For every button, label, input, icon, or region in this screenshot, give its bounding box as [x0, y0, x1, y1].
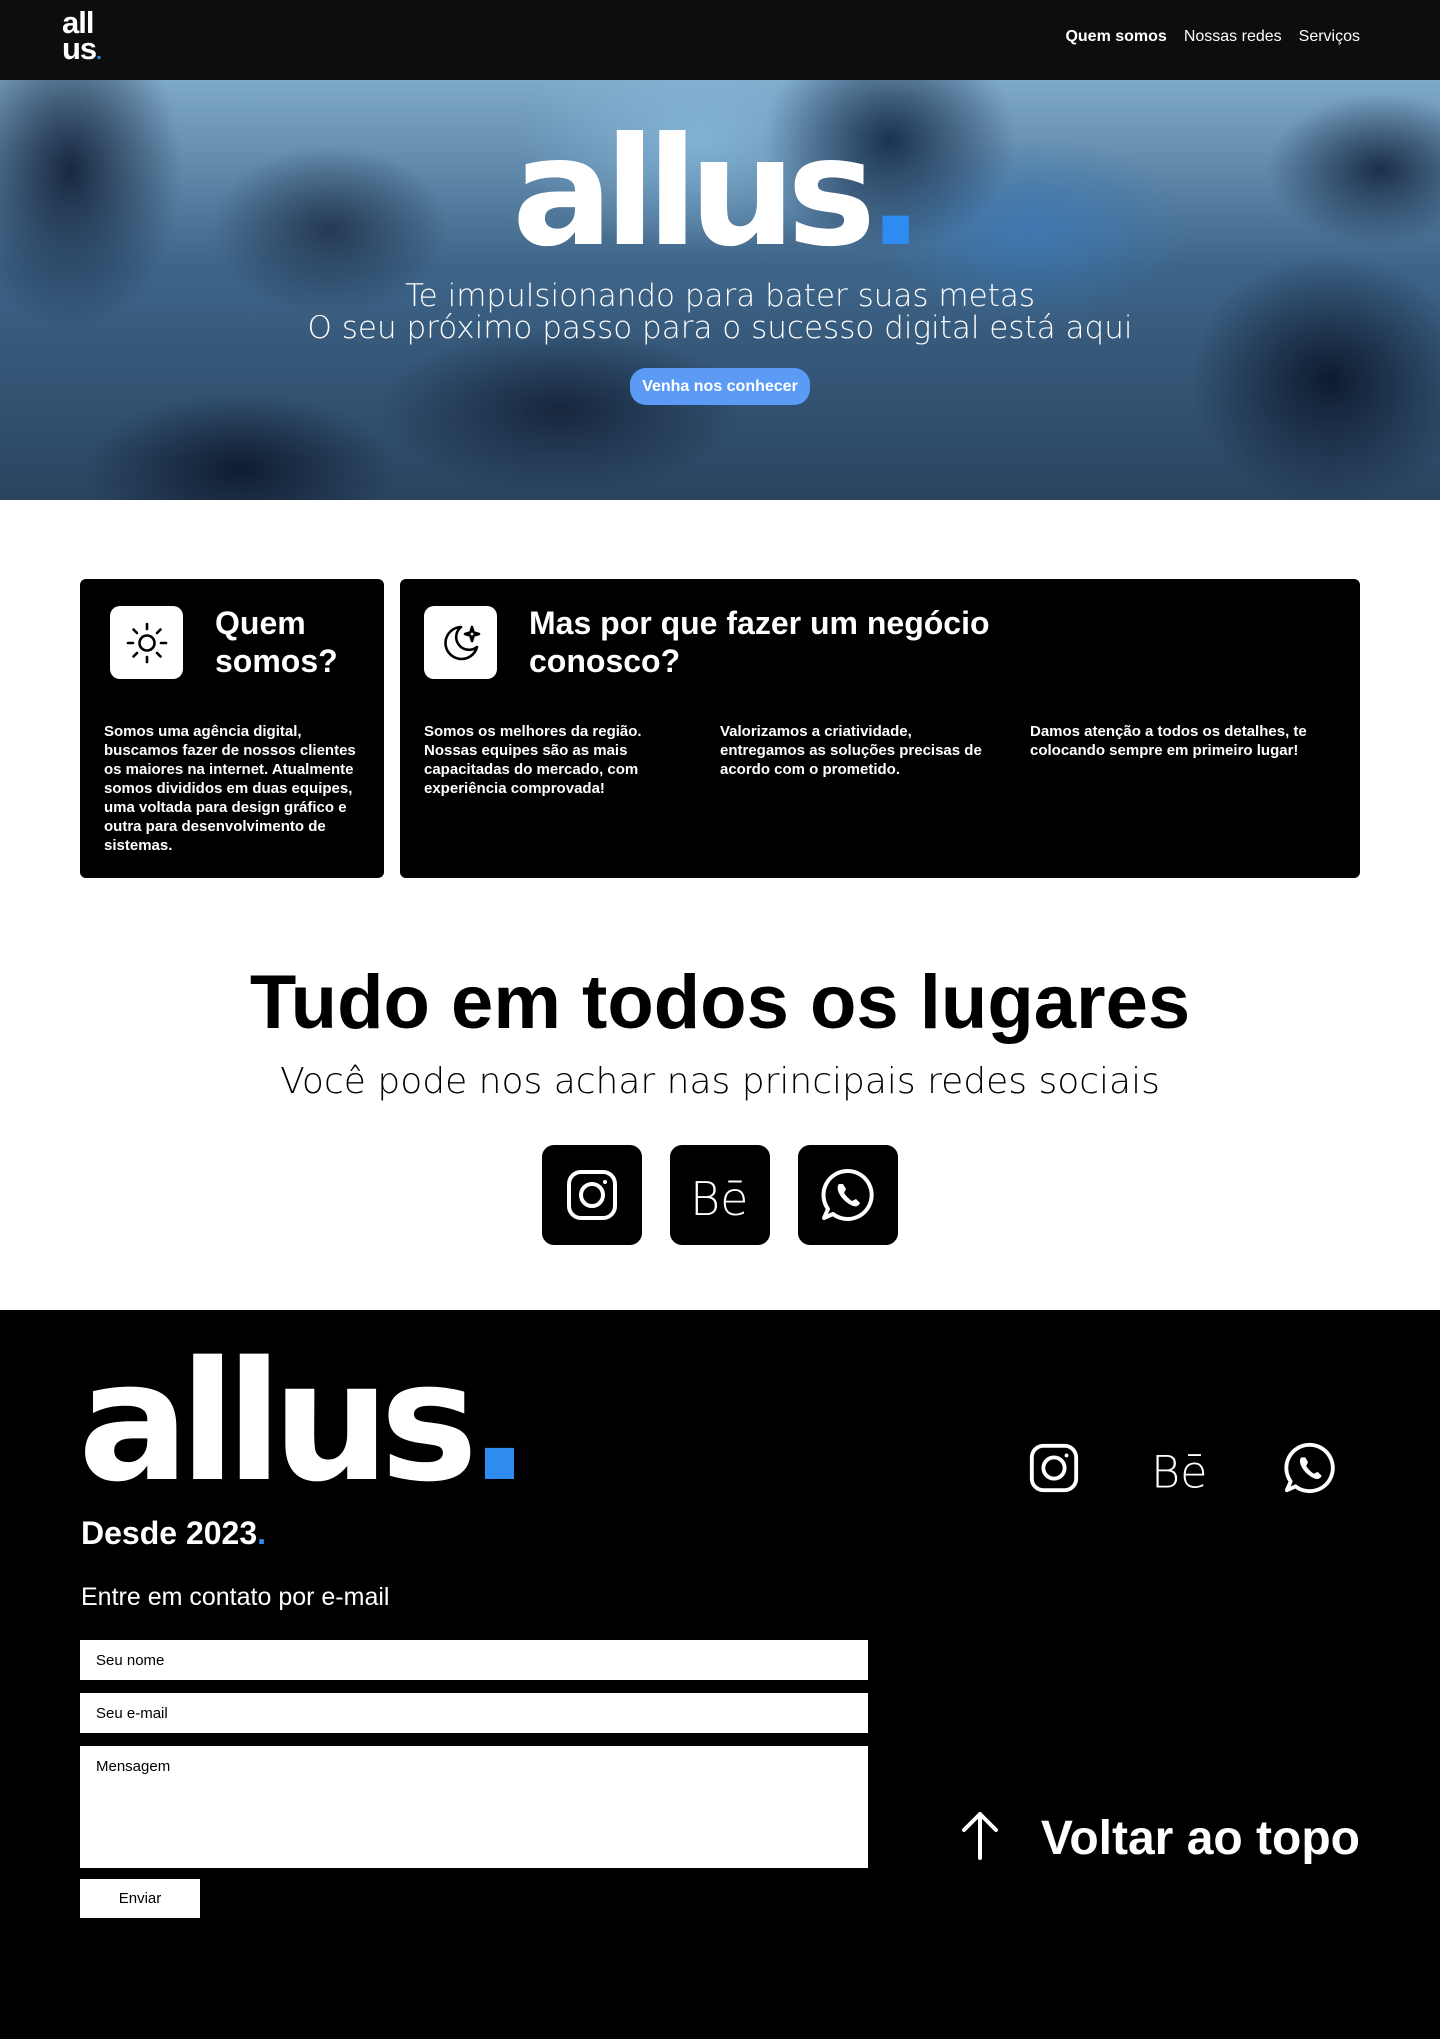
- footer-behance-link[interactable]: Bē: [1150, 1438, 1210, 1498]
- social-subtitle: Você pode nos achar nas principais redes…: [280, 1061, 1160, 1102]
- footer: allus. Desde 2023. Entre em contato por …: [0, 1310, 1440, 2039]
- nav-link-nossas-redes[interactable]: Nossas redes: [1184, 28, 1282, 46]
- moon-star-icon: [424, 606, 497, 679]
- nav-links: Quem somos Nossas redes Serviços: [1065, 28, 1360, 46]
- email-field[interactable]: [80, 1693, 868, 1733]
- back-to-top-button[interactable]: Voltar ao topo: [950, 1798, 1360, 1878]
- card-porque-item-2: Valorizamos a criatividade, entregamos a…: [720, 723, 982, 778]
- card-quem-text: Somos uma agência digital, buscamos faze…: [104, 723, 356, 854]
- instagram-icon: [1029, 1443, 1079, 1493]
- whatsapp-icon: [1284, 1442, 1335, 1494]
- card-porque-item-3: Damos atenção a todos os detalhes, te co…: [1030, 723, 1307, 759]
- whatsapp-icon: [821, 1168, 874, 1221]
- since-year: Desde 2023.: [81, 1515, 267, 1551]
- card-quem-title: Quem somos?: [215, 605, 338, 679]
- behance-icon: Bē: [690, 1172, 748, 1223]
- hero-logo: allus.: [512, 106, 925, 280]
- nav-logo[interactable]: all us.: [62, 7, 112, 68]
- svg-text:Bē: Bē: [1151, 1447, 1208, 1496]
- hero-cta-button[interactable]: Venha nos conhecer: [630, 368, 810, 405]
- behance-button[interactable]: Bē: [670, 1145, 770, 1245]
- contact-label: Entre em contato por e-mail: [81, 1583, 390, 1611]
- card-porque-title: Mas por que fazer um negócio conosco?: [529, 605, 990, 679]
- social-title: Tudo em todos os lugares: [249, 960, 1191, 1045]
- nav-logo-line2: us.: [62, 31, 102, 66]
- instagram-button[interactable]: [542, 1145, 642, 1245]
- name-field[interactable]: [80, 1640, 868, 1680]
- submit-button[interactable]: Enviar: [80, 1879, 200, 1918]
- message-field[interactable]: [80, 1746, 868, 1868]
- footer-instagram-link[interactable]: [1024, 1438, 1084, 1498]
- card-por-que: Mas por que fazer um negócio conosco? So…: [400, 579, 1360, 878]
- hero-tagline-2: O seu próximo passo para o sucesso digit…: [307, 310, 1133, 346]
- footer-logo: allus.: [78, 1326, 531, 1518]
- card-porque-item-1: Somos os melhores da região. Nossas equi…: [424, 723, 642, 797]
- nav-link-quem-somos[interactable]: Quem somos: [1065, 28, 1166, 46]
- hero-tagline-1: Te impulsionando para bater suas metas: [404, 278, 1035, 314]
- footer-whatsapp-link[interactable]: [1280, 1438, 1340, 1498]
- navbar: all us. Quem somos Nossas redes Serviços: [0, 0, 1440, 80]
- hero-banner: allus. Te impulsionando para bater suas …: [0, 80, 1440, 500]
- arrow-up-icon: [962, 1812, 998, 1860]
- card-quem-somos: Quem somos? Somos uma agência digital, b…: [80, 579, 384, 878]
- nav-link-servicos[interactable]: Serviços: [1299, 28, 1360, 46]
- behance-icon: Bē: [1151, 1447, 1208, 1496]
- instagram-icon: [567, 1170, 617, 1220]
- back-to-top-label: Voltar ao topo: [1040, 1812, 1360, 1865]
- svg-text:Bē: Bē: [690, 1172, 748, 1223]
- sun-icon: [110, 606, 183, 679]
- social-buttons: Bē: [542, 1145, 898, 1245]
- whatsapp-button[interactable]: [798, 1145, 898, 1245]
